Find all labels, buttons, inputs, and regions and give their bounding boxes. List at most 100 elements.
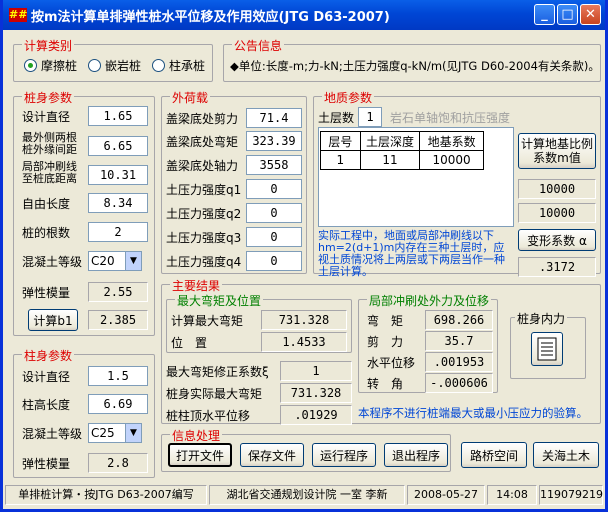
- notice-text: ◆单位:长度-m;力-kN;土压力强度q-kN/m(见JTG D60-2004有…: [230, 59, 600, 73]
- q1-label: 土压力强度q1: [166, 183, 242, 197]
- window-title: 按m法计算单排弹性桩水平位移及作用效应(JTG D63-2007): [31, 9, 390, 25]
- pile-params-legend: 桩身参数: [22, 89, 75, 106]
- table-row[interactable]: 1 11 10000: [320, 150, 484, 170]
- table-header: 层号: [320, 131, 361, 151]
- q2-input[interactable]: 0: [246, 203, 302, 223]
- scour-rot-label: 转 角: [367, 377, 404, 391]
- actual-max-moment-label: 桩身实际最大弯矩: [166, 387, 263, 401]
- layers-label: 土层数: [318, 111, 355, 125]
- title-bar[interactable]: ## 按m法计算单排弹性桩水平位移及作用效应(JTG D63-2007) _ □…: [3, 0, 605, 30]
- q3-input[interactable]: 0: [246, 227, 302, 247]
- app-icon: ##: [9, 8, 28, 22]
- position-label: 位 置: [171, 336, 208, 350]
- exit-button[interactable]: 退出程序: [384, 443, 448, 467]
- document-icon: [537, 337, 557, 361]
- radio-label: 柱承桩: [169, 59, 206, 73]
- col-dia-label: 设计直径: [22, 370, 71, 384]
- luqiao-space-button[interactable]: 路桥空间: [461, 442, 527, 468]
- free-len-label: 自由长度: [22, 197, 71, 211]
- loads-legend: 外荷载: [170, 89, 211, 106]
- pile-params-group: 桩身参数 设计直径 1.65 最外侧两根桩外缘间距 6.65 局部冲刷线至桩底距…: [13, 89, 155, 336]
- column-params-group: 柱身参数 设计直径 1.5 柱高长度 6.69 混凝土等级 C25 ▼ 弹性模量…: [13, 347, 155, 478]
- axial-input[interactable]: 3558: [246, 155, 302, 175]
- notice-group: 公告信息 ◆单位:长度-m;力-kN;土压力强度q-kN/m(见JTG D60-…: [223, 37, 601, 82]
- info-group: 信息处理 打开文件 保存文件 运行程序 退出程序: [161, 427, 451, 472]
- chevron-down-icon[interactable]: ▼: [125, 252, 141, 270]
- chevron-down-icon[interactable]: ▼: [125, 424, 141, 442]
- calc-max-moment-label: 计算最大弯矩: [171, 314, 244, 328]
- table-cell[interactable]: 10000: [419, 150, 484, 170]
- internal-force-button[interactable]: [531, 332, 563, 366]
- num-input[interactable]: 2: [88, 222, 148, 242]
- status-bar: 单排桩计算・按JTG D63-2007编写 湖北省交通规划设计院 一室 李新 2…: [3, 482, 605, 509]
- axial-label: 盖梁底处轴力: [166, 159, 239, 173]
- alpha-value: .3172: [518, 257, 596, 277]
- shear-label: 盖梁底处剪力: [166, 112, 239, 126]
- calc-m-button[interactable]: 计算地基比例系数m值: [518, 133, 596, 169]
- correction-label: 最大弯矩修正系数ξ: [166, 365, 269, 379]
- col-concrete-label: 混凝土等级: [22, 427, 83, 441]
- scour-input[interactable]: 10.31: [88, 165, 148, 185]
- q2-label: 土压力强度q2: [166, 207, 242, 221]
- design-dia-input[interactable]: 1.65: [88, 106, 148, 126]
- calc-type-group: 计算类别 摩擦桩 嵌岩桩 柱承桩: [13, 37, 213, 82]
- concrete-label: 混凝土等级: [22, 255, 83, 269]
- calc-b1-button[interactable]: 计算b1: [28, 309, 78, 331]
- max-moment-group: 最大弯矩及位置 计算最大弯矩 731.328 位 置 1.4533: [166, 292, 352, 353]
- moment-label: 盖梁底处弯矩: [166, 135, 239, 149]
- column-params-legend: 柱身参数: [22, 347, 75, 364]
- loads-group: 外荷载 盖梁底处剪力 71.4 盖梁底处弯矩 323.39 盖梁底处轴力 355…: [161, 89, 307, 274]
- col-concrete-value: C25: [91, 426, 115, 440]
- q3-label: 土压力强度q3: [166, 231, 242, 245]
- table-header-row: 层号 土层深度 地基系数: [320, 131, 484, 151]
- open-file-button[interactable]: 打开文件: [168, 443, 232, 467]
- b1-value: 2.385: [88, 310, 148, 330]
- radio-label: 摩擦桩: [41, 59, 78, 73]
- radio-friction-pile[interactable]: 摩擦桩: [24, 57, 77, 74]
- col-height-label: 柱高长度: [22, 398, 71, 412]
- q4-label: 土压力强度q4: [166, 255, 242, 269]
- scour-hdisp-label: 水平位移: [367, 356, 416, 370]
- col-dia-input[interactable]: 1.5: [88, 366, 148, 386]
- scour-shear-label: 剪 力: [367, 335, 404, 349]
- actual-max-moment-value: 731.328: [280, 383, 352, 403]
- guanhai-civil-button[interactable]: 关海土木: [533, 442, 599, 468]
- minimize-button[interactable]: _: [534, 4, 555, 25]
- save-file-button[interactable]: 保存文件: [240, 443, 304, 467]
- table-header: 土层深度: [359, 131, 421, 151]
- close-button[interactable]: ✕: [580, 4, 601, 25]
- scour-moment-label: 弯 矩: [367, 314, 404, 328]
- col-concrete-select[interactable]: C25 ▼: [88, 423, 142, 443]
- run-button[interactable]: 运行程序: [312, 443, 376, 467]
- calc-type-legend: 计算类别: [22, 37, 75, 54]
- radio-socketed-pile[interactable]: 嵌岩桩: [88, 57, 141, 74]
- status-time: 14:08: [487, 485, 537, 505]
- maximize-button[interactable]: □: [557, 4, 578, 25]
- max-moment-legend: 最大弯矩及位置: [175, 292, 264, 309]
- info-legend: 信息处理: [170, 427, 223, 444]
- radio-dot[interactable]: [24, 59, 37, 72]
- free-len-input[interactable]: 8.34: [88, 193, 148, 213]
- col-height-input[interactable]: 6.69: [88, 394, 148, 414]
- radio-column-pile[interactable]: 柱承桩: [152, 57, 205, 74]
- table-cell[interactable]: 1: [320, 150, 361, 170]
- radio-dot[interactable]: [152, 59, 165, 72]
- moment-input[interactable]: 323.39: [246, 131, 302, 151]
- scour-label: 局部冲刷线至桩底距离: [22, 160, 77, 185]
- table-header: 地基系数: [419, 131, 484, 151]
- results-group: 主要结果 最大弯矩及位置 计算最大弯矩 731.328 位 置 1.4533 最…: [161, 277, 601, 425]
- scour-rot-value: -.000606: [425, 373, 493, 393]
- layers-input[interactable]: 1: [358, 107, 382, 127]
- rock-strength-label: 岩石单轴饱和抗压强度: [390, 111, 511, 125]
- concrete-select[interactable]: C20 ▼: [88, 251, 142, 271]
- min-spacing-input[interactable]: 6.65: [88, 136, 148, 156]
- modulus-value: 2.55: [88, 282, 148, 302]
- q4-input[interactable]: 0: [246, 251, 302, 271]
- scour-hdisp-value: .001953: [425, 352, 493, 372]
- radio-dot[interactable]: [88, 59, 101, 72]
- q1-input[interactable]: 0: [246, 179, 302, 199]
- radio-label: 嵌岩桩: [105, 59, 142, 73]
- alpha-button[interactable]: 变形系数 α: [518, 229, 596, 251]
- table-cell[interactable]: 11: [359, 150, 421, 170]
- shear-input[interactable]: 71.4: [246, 108, 302, 128]
